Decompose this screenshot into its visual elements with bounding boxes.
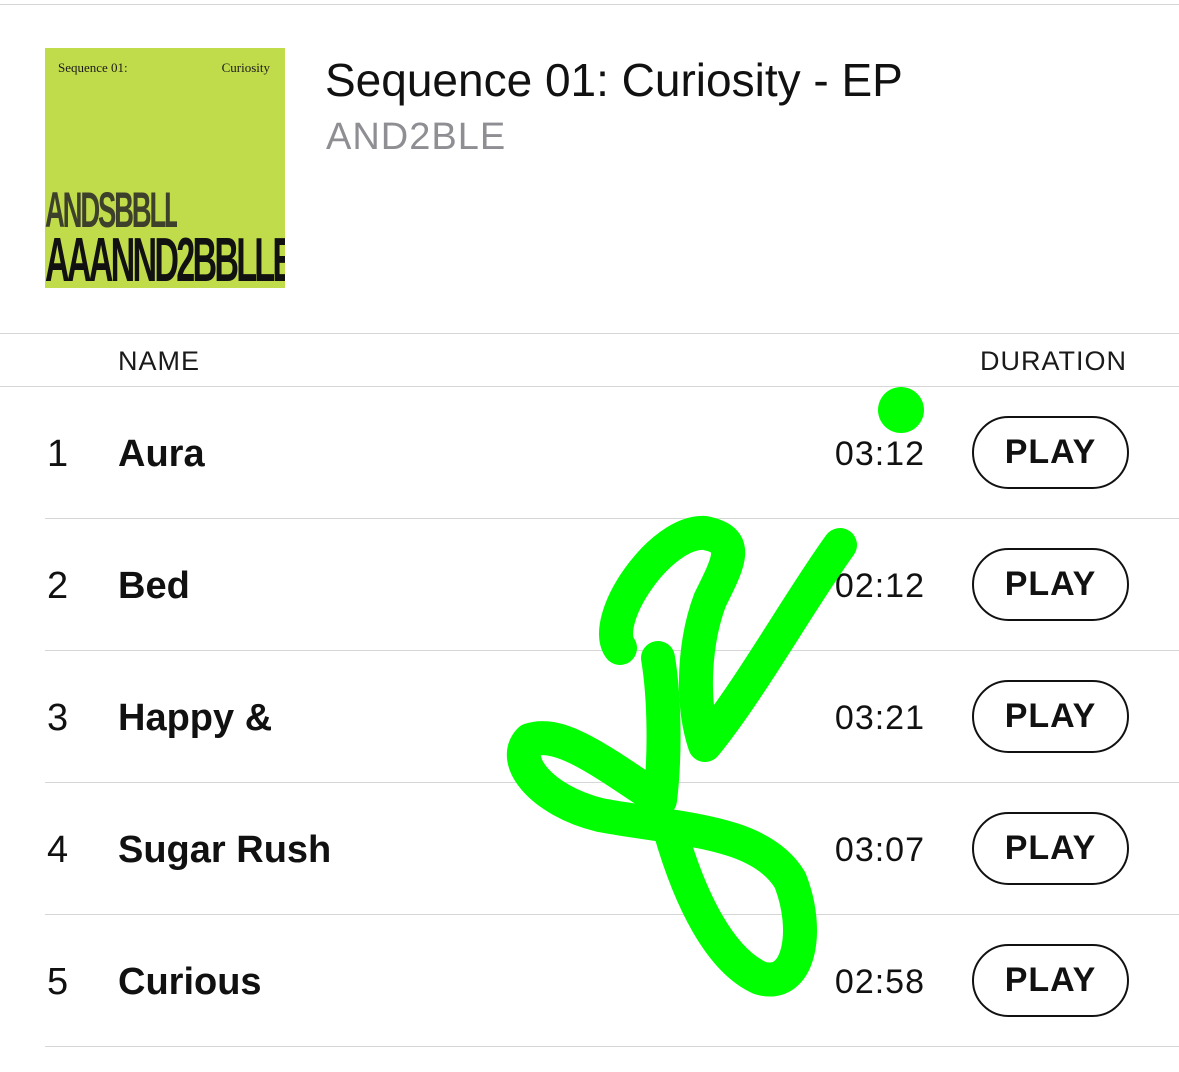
- track-number: 3: [47, 697, 69, 739]
- track-name: Bed: [118, 565, 190, 607]
- track-number: 1: [47, 433, 69, 475]
- track-number: 4: [47, 829, 69, 871]
- track-number: 2: [47, 565, 69, 607]
- track-row[interactable]: 5 Curious 02:58 PLAY: [0, 915, 1179, 1047]
- track-duration: 03:12: [834, 435, 925, 473]
- track-duration: 02:58: [834, 963, 925, 1001]
- cover-text-right: Curiosity: [221, 60, 270, 75]
- track-name: Happy &: [118, 697, 273, 739]
- column-header-duration: DURATION: [980, 346, 1127, 376]
- top-divider: [0, 4, 1179, 5]
- track-number: 5: [47, 961, 69, 1003]
- track-row[interactable]: 2 Bed 02:12 PLAY: [0, 519, 1179, 651]
- track-name: Aura: [118, 433, 205, 475]
- track-duration: 02:12: [834, 567, 925, 605]
- play-button[interactable]: PLAY: [972, 812, 1129, 885]
- play-button[interactable]: PLAY: [972, 944, 1129, 1017]
- album-artist-link[interactable]: AND2BLE: [326, 114, 506, 160]
- header-divider: [0, 333, 1179, 334]
- row-divider: [45, 1046, 1179, 1047]
- cover-text-left: Sequence 01:: [58, 60, 128, 75]
- track-name: Curious: [118, 961, 262, 1003]
- track-row[interactable]: 3 Happy & 03:21 PLAY: [0, 651, 1179, 783]
- play-button[interactable]: PLAY: [972, 416, 1129, 489]
- play-button[interactable]: PLAY: [972, 548, 1129, 621]
- track-duration: 03:07: [834, 831, 925, 869]
- track-duration: 03:21: [834, 699, 925, 737]
- track-row[interactable]: 4 Sugar Rush 03:07 PLAY: [0, 783, 1179, 915]
- album-cover[interactable]: Sequence 01: Curiosity ANDSBBLLEE AAANND…: [45, 48, 285, 288]
- track-row[interactable]: 1 Aura 03:12 PLAY: [0, 387, 1179, 519]
- column-header-name: NAME: [118, 346, 201, 376]
- play-button[interactable]: PLAY: [972, 680, 1129, 753]
- track-name: Sugar Rush: [118, 829, 332, 871]
- cover-artist-text: AAANND2BBLLEE: [45, 226, 285, 289]
- album-title: Sequence 01: Curiosity - EP: [325, 54, 903, 106]
